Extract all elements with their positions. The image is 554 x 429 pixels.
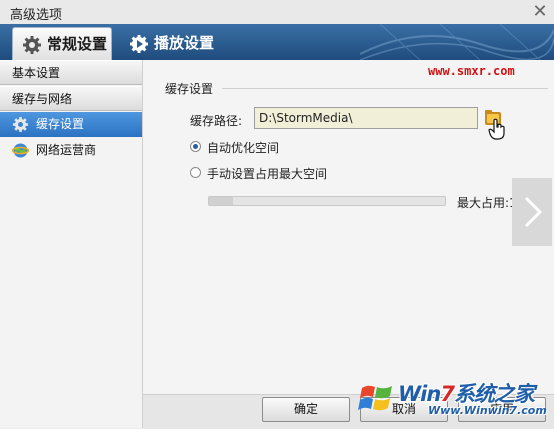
sidebar-section-label: 基本设置 [12, 66, 61, 80]
watermark-site-url: Www.Winwin7.com [428, 404, 547, 417]
close-icon: ✕ [532, 1, 548, 22]
windows-logo-icon [358, 385, 392, 411]
next-page-button[interactable] [512, 178, 552, 246]
hand-cursor-icon [488, 118, 505, 140]
title-bar [0, 0, 554, 25]
max-usage-slider-fill [209, 197, 233, 205]
sidebar-item-network-provider[interactable]: 网络运营商 [0, 138, 142, 163]
tab-general-settings[interactable]: 常规设置 [12, 27, 112, 60]
sidebar-item-cache-settings[interactable]: 缓存设置 [0, 112, 142, 137]
watermark-url: www.smxr.com [428, 64, 515, 78]
chevron-right-icon [524, 196, 543, 228]
sidebar-item-label: 网络运营商 [36, 143, 97, 157]
cache-gear-icon [13, 117, 28, 132]
close-button[interactable]: ✕ [530, 2, 550, 22]
group-title: 缓存设置 [165, 82, 214, 96]
play-settings-icon [130, 35, 148, 53]
window-title: 高级选项 [10, 8, 63, 23]
sidebar-section-cache-network[interactable]: 缓存与网络 [0, 86, 142, 111]
radio-auto-optimize-label[interactable]: 自动优化空间 [207, 139, 279, 156]
watermark-brand-seven: 7 [440, 382, 455, 406]
radio-manual-max[interactable] [190, 167, 201, 178]
cache-path-label: 缓存路径: [190, 114, 243, 128]
sidebar-item-label: 缓存设置 [36, 117, 85, 131]
ok-button[interactable]: 确定 [262, 397, 350, 422]
max-usage-slider[interactable] [208, 196, 446, 206]
decorative-pattern [360, 24, 554, 60]
tab-strip: 常规设置 播放设置 [0, 24, 554, 60]
tab-play-settings[interactable]: 播放设置 [120, 27, 224, 60]
sidebar: 基本设置 缓存与网络 缓存设置 网络运营商 [0, 60, 143, 428]
sidebar-section-label: 缓存与网络 [12, 92, 73, 106]
globe-icon [12, 143, 29, 158]
radio-auto-optimize[interactable] [190, 141, 201, 152]
tab-play-label: 播放设置 [154, 34, 215, 52]
radio-manual-max-label[interactable]: 手动设置占用最大空间 [207, 165, 327, 182]
watermark-brand-prefix: Win [398, 382, 441, 406]
radio-dot [193, 144, 198, 149]
group-divider [222, 88, 548, 89]
sidebar-section-basic[interactable]: 基本设置 [0, 60, 142, 85]
watermark-brand-suffix: 系统之家 [453, 382, 535, 406]
tab-general-label: 常规设置 [47, 35, 108, 53]
gear-icon [23, 36, 41, 54]
cache-path-input[interactable] [254, 107, 478, 129]
